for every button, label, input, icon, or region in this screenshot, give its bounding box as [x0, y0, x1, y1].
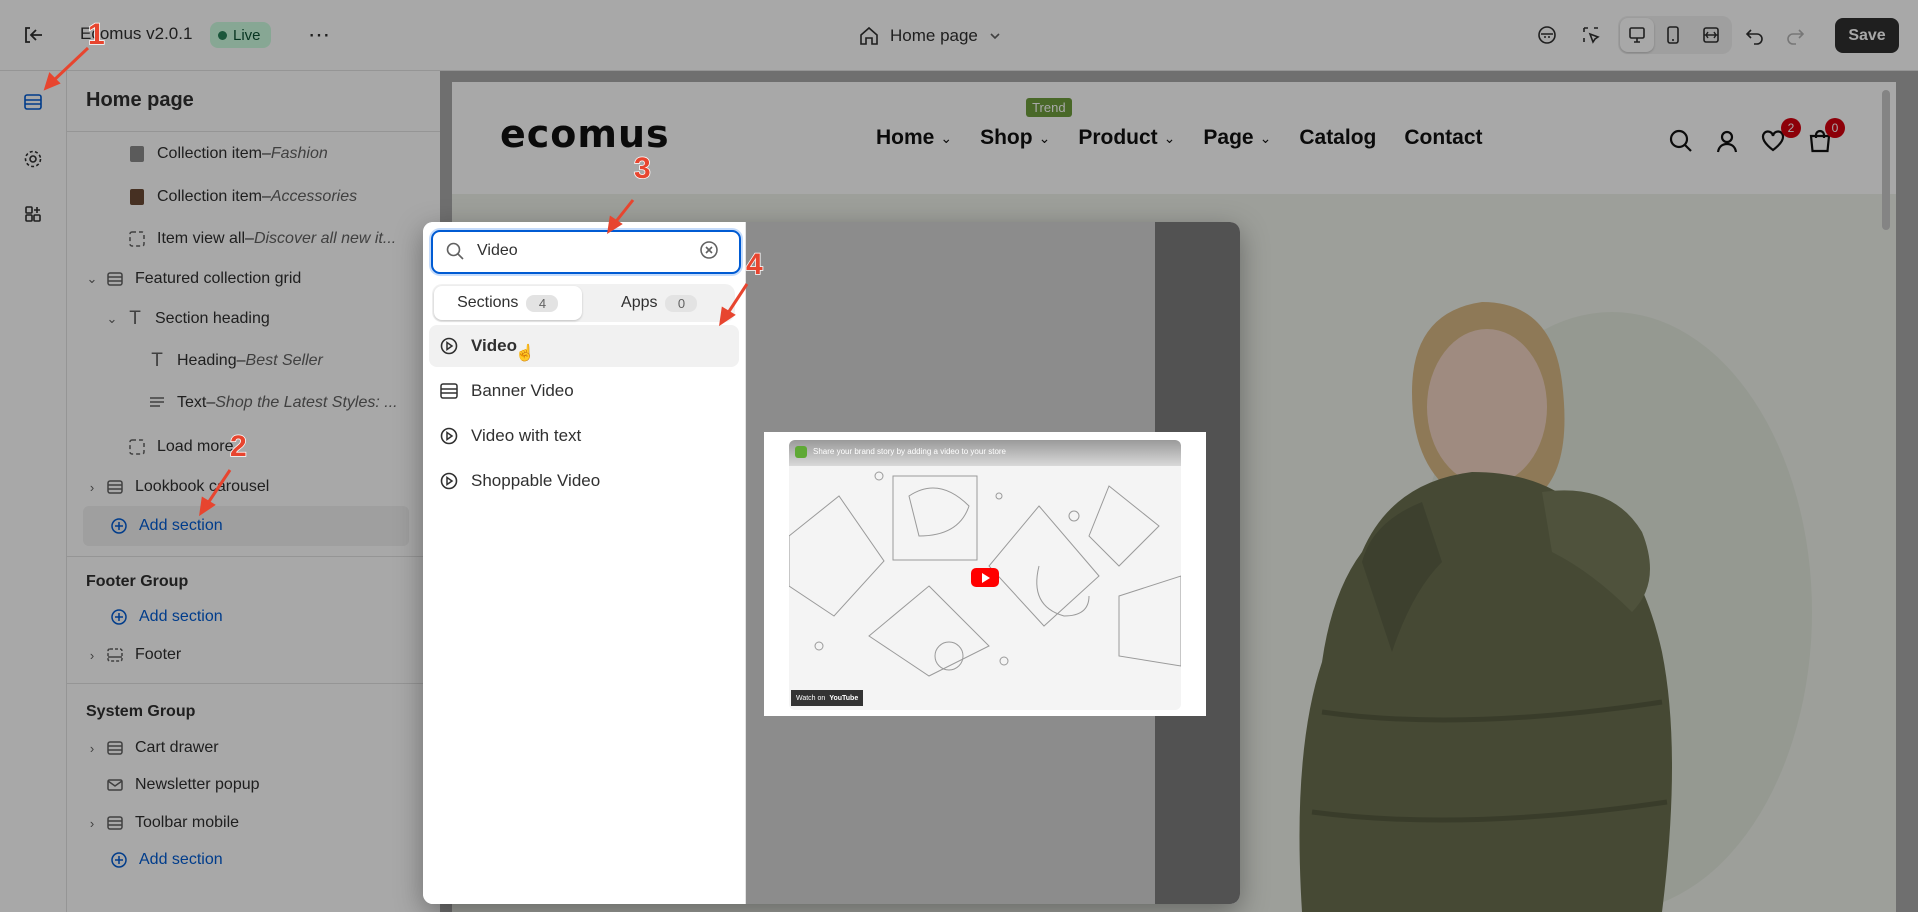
watch-on-youtube-badge[interactable]: Watch on YouTube [791, 690, 864, 706]
result-label: Shoppable Video [471, 471, 601, 490]
annotation-number-2: 2 [229, 429, 247, 464]
result-shoppable-video[interactable]: Shoppable Video [429, 460, 739, 502]
play-icon [982, 572, 990, 583]
section-search-input[interactable] [477, 236, 687, 266]
annotation-number-1: 1 [87, 17, 105, 52]
pointer-cursor-icon: ☝ [514, 345, 535, 362]
play-circle-icon [439, 471, 459, 491]
result-banner-video[interactable]: Banner Video [429, 370, 739, 412]
tab-apps[interactable]: Apps 0 [586, 286, 734, 320]
result-label: Video with text [471, 426, 582, 445]
clear-circle-icon [700, 241, 718, 259]
youtube-label: YouTube [829, 694, 859, 702]
tab-sections[interactable]: Sections 4 [434, 286, 582, 320]
play-circle-icon [439, 426, 459, 446]
youtube-play-button[interactable] [971, 568, 999, 587]
clear-search-button[interactable] [698, 239, 720, 266]
annotation-number-3: 3 [633, 151, 651, 186]
video-title: Share your brand story by adding a video… [813, 447, 1006, 456]
annotation-number-4: 4 [745, 247, 763, 282]
result-video-with-text[interactable]: Video with text [429, 415, 739, 457]
result-tabs: Sections 4 Apps 0 [432, 284, 735, 322]
result-video[interactable]: Video ☝ [429, 325, 739, 367]
tab-label: Sections [457, 294, 519, 311]
section-icon [439, 381, 459, 401]
result-label: Video [471, 336, 517, 355]
video-preview-thumbnail-visible: Share your brand story by adding a video… [789, 440, 1181, 710]
shopify-logo-icon [795, 446, 807, 458]
result-label: Banner Video [471, 381, 574, 400]
tab-count-badge: 4 [526, 294, 559, 312]
watch-on-label: Watch on [796, 694, 826, 702]
play-circle-icon [439, 336, 459, 356]
popover-results-pane: Sections 4 Apps 0 Video ☝ Banner Video Vid… [423, 222, 746, 904]
tab-count-badge: 0 [665, 294, 698, 312]
search-icon [445, 241, 465, 266]
tab-label: Apps [621, 294, 658, 311]
